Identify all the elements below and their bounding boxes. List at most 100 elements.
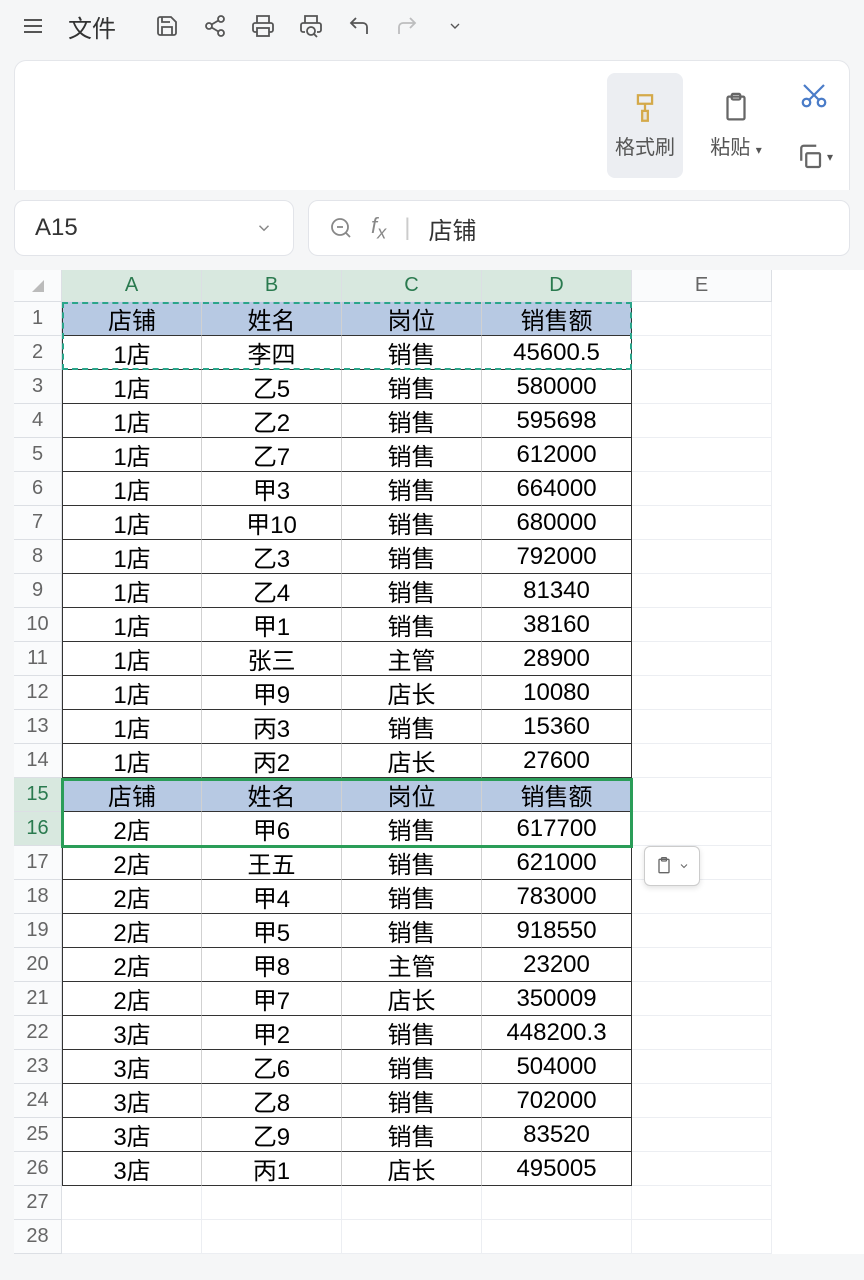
cell[interactable]: 448200.3 [482,1016,632,1050]
cell[interactable] [632,574,772,608]
cell[interactable] [632,302,772,336]
cell[interactable]: 甲7 [202,982,342,1016]
cell[interactable]: 792000 [482,540,632,574]
cell[interactable]: 销售 [342,608,482,642]
cell[interactable]: 664000 [482,472,632,506]
cell[interactable]: 1店 [62,336,202,370]
cell[interactable]: 张三 [202,642,342,676]
cell[interactable]: 销售 [342,472,482,506]
cell[interactable]: 3店 [62,1050,202,1084]
cell[interactable]: 1店 [62,608,202,642]
row-header[interactable]: 20 [14,948,62,982]
col-header-A[interactable]: A [62,270,202,302]
cell[interactable]: 乙8 [202,1084,342,1118]
cell[interactable]: 1店 [62,506,202,540]
cell[interactable]: 销售 [342,506,482,540]
spreadsheet[interactable]: A B C D E 1店铺姓名岗位销售额21店李四销售45600.531店乙5销… [14,270,864,1254]
cell[interactable] [632,1118,772,1152]
dropdown-icon[interactable] [434,5,476,47]
cell[interactable] [342,1186,482,1220]
cell[interactable]: 1店 [62,370,202,404]
row-header[interactable]: 25 [14,1118,62,1152]
row-header[interactable]: 17 [14,846,62,880]
cell[interactable]: 乙9 [202,1118,342,1152]
paste-button[interactable]: 粘贴 ▾ [701,73,771,178]
cell[interactable]: 乙4 [202,574,342,608]
cell[interactable] [632,438,772,472]
cell[interactable]: 1店 [62,710,202,744]
select-all-corner[interactable] [14,270,62,302]
cell[interactable]: 甲10 [202,506,342,540]
cell[interactable]: 销售 [342,370,482,404]
cell[interactable]: 2店 [62,982,202,1016]
cell[interactable]: 350009 [482,982,632,1016]
cell[interactable]: 918550 [482,914,632,948]
format-painter-button[interactable]: 格式刷 [607,73,683,178]
cell[interactable]: 销售额 [482,302,632,336]
cell[interactable] [632,744,772,778]
cell[interactable] [632,1152,772,1186]
cell[interactable]: 岗位 [342,302,482,336]
cell[interactable]: 2店 [62,846,202,880]
cell[interactable] [632,778,772,812]
row-header[interactable]: 6 [14,472,62,506]
row-header[interactable]: 26 [14,1152,62,1186]
cell[interactable]: 销售 [342,540,482,574]
cell[interactable] [632,1220,772,1254]
print-preview-icon[interactable] [290,5,332,47]
menu-icon[interactable] [12,5,54,47]
cell[interactable]: 店长 [342,744,482,778]
row-header[interactable]: 7 [14,506,62,540]
cell[interactable]: 主管 [342,642,482,676]
row-header[interactable]: 23 [14,1050,62,1084]
cell[interactable]: 乙6 [202,1050,342,1084]
cell[interactable]: 783000 [482,880,632,914]
cell[interactable] [632,404,772,438]
cell[interactable]: 乙2 [202,404,342,438]
cell[interactable] [632,1050,772,1084]
row-header[interactable]: 9 [14,574,62,608]
row-header[interactable]: 5 [14,438,62,472]
cell[interactable]: 主管 [342,948,482,982]
row-header[interactable]: 24 [14,1084,62,1118]
row-header[interactable]: 4 [14,404,62,438]
cell[interactable] [632,1186,772,1220]
col-header-C[interactable]: C [342,270,482,302]
cell[interactable]: 乙5 [202,370,342,404]
cell[interactable]: 23200 [482,948,632,982]
cell[interactable]: 1店 [62,472,202,506]
cell[interactable]: 销售额 [482,778,632,812]
cell[interactable]: 销售 [342,710,482,744]
cell[interactable]: 1店 [62,404,202,438]
row-header[interactable]: 2 [14,336,62,370]
cell[interactable]: 621000 [482,846,632,880]
cell[interactable]: 1店 [62,438,202,472]
cell[interactable] [632,472,772,506]
cell[interactable]: 10080 [482,676,632,710]
cell[interactable]: 岗位 [342,778,482,812]
col-header-E[interactable]: E [632,270,772,302]
cell[interactable]: 1店 [62,540,202,574]
cell[interactable]: 店长 [342,982,482,1016]
cell[interactable] [632,642,772,676]
cell[interactable]: 甲4 [202,880,342,914]
cell[interactable]: 680000 [482,506,632,540]
cell[interactable]: 店铺 [62,778,202,812]
cell[interactable]: 1店 [62,642,202,676]
paste-options-button[interactable] [644,846,700,886]
cell[interactable] [202,1220,342,1254]
cell[interactable] [482,1186,632,1220]
cell[interactable] [632,914,772,948]
cell[interactable] [632,1084,772,1118]
cell[interactable]: 丙2 [202,744,342,778]
row-header[interactable]: 11 [14,642,62,676]
cell[interactable]: 店长 [342,1152,482,1186]
cell[interactable]: 李四 [202,336,342,370]
row-header[interactable]: 10 [14,608,62,642]
cell[interactable]: 丙3 [202,710,342,744]
cell[interactable]: 销售 [342,1016,482,1050]
cell[interactable] [342,1220,482,1254]
cell[interactable]: 2店 [62,948,202,982]
cell[interactable]: 甲3 [202,472,342,506]
cell[interactable]: 甲1 [202,608,342,642]
